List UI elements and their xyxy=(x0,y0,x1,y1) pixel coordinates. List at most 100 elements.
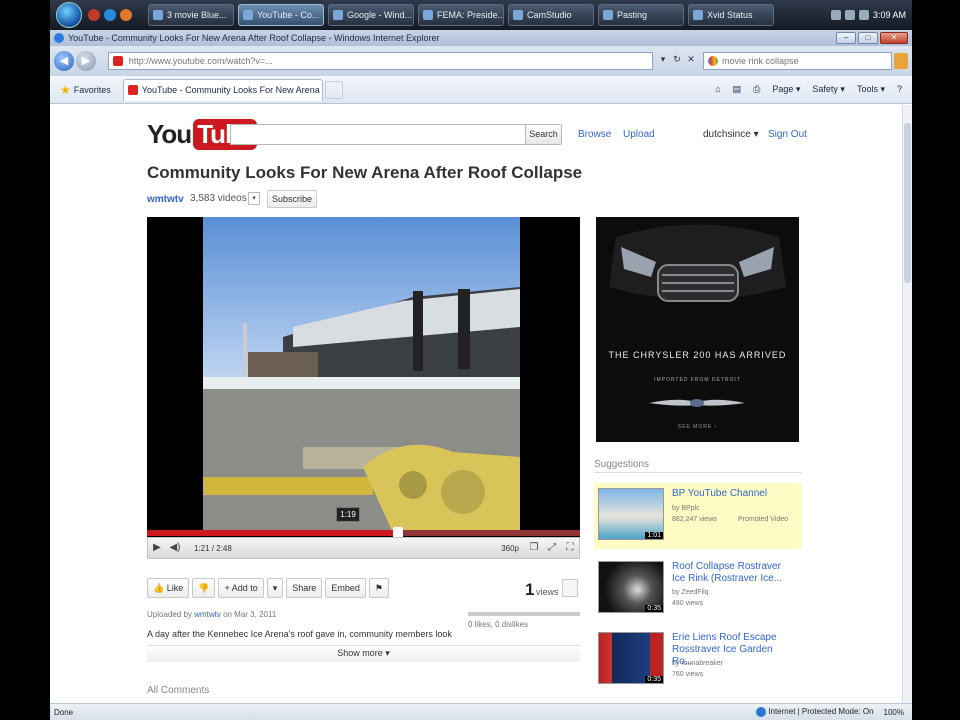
upload-link[interactable]: Upload xyxy=(623,129,655,140)
suggestion-author: by rounabreaker xyxy=(672,660,723,667)
video-player[interactable]: 1:19 xyxy=(147,217,580,539)
youtube-favicon xyxy=(127,85,138,95)
chevron-down-icon: ▾ xyxy=(272,582,278,593)
add-to-button[interactable]: + Add to xyxy=(218,578,264,598)
play-icon[interactable]: ▶ xyxy=(148,539,166,557)
thumbs-down-icon: 👎 xyxy=(198,582,210,593)
stats-button[interactable] xyxy=(562,579,578,597)
time-tooltip: 1:19 xyxy=(336,507,360,522)
globe-icon xyxy=(756,707,767,717)
add-to-menu[interactable]: ▾ xyxy=(266,578,284,598)
share-button[interactable]: Share xyxy=(286,578,323,598)
channel-link[interactable]: wmtwtv xyxy=(147,194,184,205)
suggestion-item[interactable]: 0:35 Roof Collapse Rostraver Ice Rink (R… xyxy=(594,556,802,622)
security-icon[interactable] xyxy=(858,10,869,20)
suggestion-title[interactable]: Roof Collapse Rostraver Ice Rink (Rostra… xyxy=(672,561,792,585)
page-content: You Tube Search Browse Upload dutchsince … xyxy=(50,105,902,703)
video-thumbnail[interactable]: 1:01 xyxy=(598,488,664,540)
video-thumbnail[interactable]: 0:35 xyxy=(598,632,664,684)
zoom-level[interactable]: 100% xyxy=(884,708,904,717)
embed-button[interactable]: Embed xyxy=(325,578,366,598)
upload-info: Uploaded by wmtwtv on Mar 3, 2011 xyxy=(147,610,277,619)
favorites-bar: ★ Favorites YouTube - Community Looks Fo… xyxy=(50,76,912,104)
tools-menu[interactable]: Tools ▾ xyxy=(857,84,885,95)
youtube-search-button[interactable]: Search xyxy=(525,124,562,145)
back-button[interactable]: ◀ xyxy=(54,51,74,71)
suggestion-item[interactable]: 0:35 Erie Liens Roof Escape Rosstraver I… xyxy=(594,627,802,693)
close-button[interactable]: ✕ xyxy=(880,32,908,44)
ie-icon xyxy=(243,10,253,20)
advertisement[interactable]: THE CHRYSLER 200 HAS ARRIVED IMPORTED FR… xyxy=(596,217,799,442)
maximize-button[interactable]: □ xyxy=(858,32,878,44)
chevron-down-icon[interactable]: ▾ xyxy=(248,192,260,205)
popout-icon[interactable]: ❐ xyxy=(525,539,543,557)
page-menu[interactable]: Page ▾ xyxy=(772,84,800,95)
taskbar-item[interactable]: CamStudio xyxy=(508,4,594,26)
stop-icon[interactable]: ✕ xyxy=(685,54,697,68)
suggestion-views: 480 views xyxy=(672,600,704,607)
youtube-search-input[interactable] xyxy=(230,124,528,145)
scrollbar-thumb[interactable] xyxy=(904,123,911,283)
vertical-scrollbar[interactable] xyxy=(902,105,912,703)
feeds-icon[interactable]: ▤ xyxy=(733,84,742,95)
taskbar-item-active[interactable]: YouTube - Co... xyxy=(238,4,324,26)
sign-out-link[interactable]: Sign Out xyxy=(768,129,807,140)
print-icon[interactable]: ⎙ xyxy=(753,84,760,95)
forward-button[interactable]: ▶ xyxy=(75,51,96,71)
video-thumbnail[interactable]: 0:35 xyxy=(598,561,664,613)
browser-tab[interactable]: YouTube - Community Looks For New Arena … xyxy=(122,78,323,101)
chrysler-wings-logo xyxy=(649,399,745,407)
app-icon xyxy=(693,10,703,20)
quick-launch-icon[interactable] xyxy=(88,9,100,21)
subscribe-button[interactable]: Subscribe xyxy=(267,190,317,208)
action-bar: 👍 Like 👎 + Add to ▾ Share Embed ⚑ xyxy=(147,578,389,598)
home-icon[interactable]: ⌂ xyxy=(715,84,720,95)
video-frame[interactable] xyxy=(203,217,520,533)
suggestion-item[interactable]: 1:01 BP YouTube Channel by BPplc 882,247… xyxy=(594,483,802,549)
refresh-icon[interactable]: ↻ xyxy=(671,54,683,68)
flag-icon: ⚑ xyxy=(374,582,383,593)
taskbar-item[interactable]: FEMA: Preside... xyxy=(418,4,504,26)
search-icon[interactable] xyxy=(894,53,908,69)
start-button[interactable] xyxy=(56,2,82,28)
flag-button[interactable]: ⚑ xyxy=(368,578,389,598)
network-icon[interactable] xyxy=(830,10,841,20)
taskbar-item[interactable]: 3 movie Blue... xyxy=(148,4,234,26)
uploader-link[interactable]: wmtwtv xyxy=(194,610,221,619)
username-menu[interactable]: dutchsince ▾ xyxy=(703,129,759,140)
video-scene-image xyxy=(203,217,520,533)
taskbar-item[interactable]: Xvid Status xyxy=(688,4,774,26)
volume-icon[interactable]: ◀) xyxy=(166,539,184,557)
browser-search-input[interactable]: movie rink collapse xyxy=(703,52,893,70)
taskbar: 3 movie Blue... YouTube - Co... Google -… xyxy=(50,0,912,30)
minimize-button[interactable]: – xyxy=(836,32,856,44)
ie-icon[interactable] xyxy=(104,9,116,21)
address-bar[interactable]: http://www.youtube.com/watch?v=... xyxy=(107,52,653,70)
view-count-label: views xyxy=(536,587,559,597)
taskbar-item[interactable]: Google - Wind... xyxy=(328,4,414,26)
ad-see-more[interactable]: SEE MORE › xyxy=(596,424,799,430)
browse-link[interactable]: Browse xyxy=(578,129,611,140)
like-button[interactable]: 👍 Like xyxy=(147,578,190,598)
taskbar-item[interactable]: Pasting xyxy=(598,4,684,26)
suggestion-title[interactable]: BP YouTube Channel xyxy=(672,488,792,500)
timecode: 1:21 / 2:48 xyxy=(194,543,232,553)
favorites-button[interactable]: ★ Favorites xyxy=(54,80,117,100)
promoted-label: Promoted Video xyxy=(738,516,789,523)
expand-icon[interactable]: ⤢ xyxy=(543,539,561,557)
fullscreen-icon[interactable]: ⛶ xyxy=(561,539,579,557)
show-more-button[interactable]: Show more ▾ xyxy=(147,645,580,662)
volume-icon[interactable] xyxy=(844,10,855,20)
security-zone[interactable]: Internet | Protected Mode: On xyxy=(756,707,874,717)
dropdown-icon[interactable]: ▾ xyxy=(657,54,669,68)
firefox-icon[interactable] xyxy=(120,9,132,21)
quality-selector[interactable]: 360p xyxy=(501,544,519,553)
progress-bar[interactable] xyxy=(147,527,580,539)
new-tab-button[interactable] xyxy=(324,80,343,99)
clock[interactable]: 3:09 AM xyxy=(873,10,906,20)
ie-icon xyxy=(423,10,433,20)
app-icon xyxy=(603,10,613,20)
help-icon[interactable]: ? xyxy=(897,84,902,95)
safety-menu[interactable]: Safety ▾ xyxy=(812,84,845,95)
dislike-button[interactable]: 👎 xyxy=(192,578,216,598)
